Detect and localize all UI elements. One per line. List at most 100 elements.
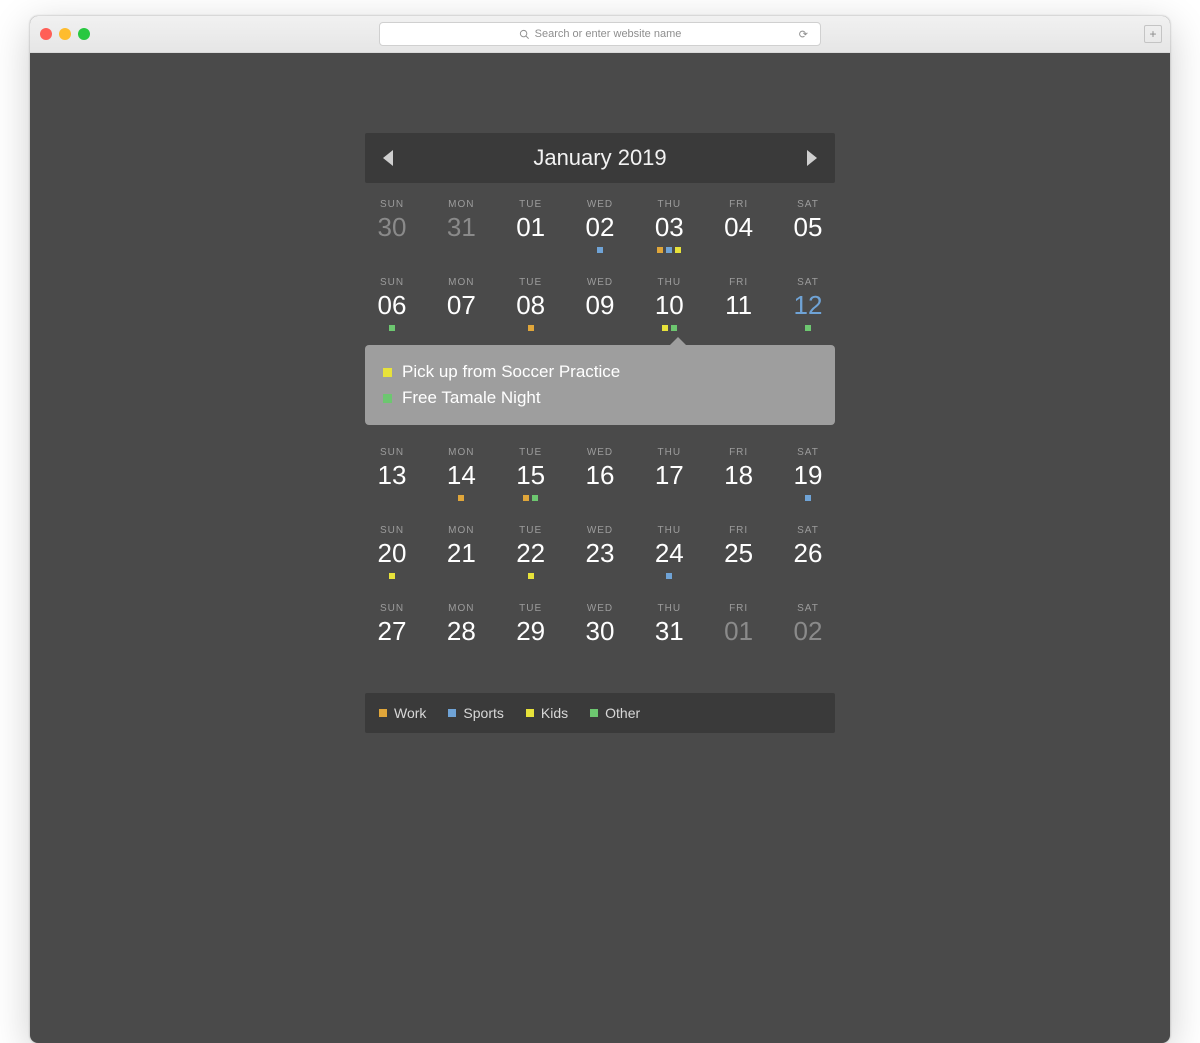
calendar-day[interactable]: THU10 [642,277,696,331]
calendar-day[interactable]: WED02 [573,199,627,253]
day-number: 29 [504,616,558,647]
calendar-day[interactable]: WED 16 [573,447,627,501]
calendar-day[interactable]: MON21 [434,525,488,579]
next-month-button[interactable] [807,150,817,166]
day-of-week-label: WED [573,277,627,288]
day-of-week-label: FRI [712,603,766,614]
calendar-day[interactable]: WED 09 [573,277,627,331]
event-title: Pick up from Soccer Practice [402,362,620,382]
calendar-day[interactable]: WED30 [573,603,627,657]
day-number: 06 [365,290,419,321]
calendar-day[interactable]: FRI04 [712,199,766,253]
calendar-day[interactable]: TUE15 [504,447,558,501]
calendar-day[interactable]: THU03 [642,199,696,253]
day-of-week-label: SAT [781,277,835,288]
calendar-day[interactable]: MON31 [434,199,488,253]
calendar-day[interactable]: MON28 [434,603,488,657]
day-of-week-label: WED [573,447,627,458]
calendar-week: SUN27 MON28 TUE 29 WED30 THU31 FRI01 SAT 02 [365,587,835,665]
legend-swatch [448,709,456,717]
event-markers [712,573,766,579]
calendar-day[interactable]: TUE 29 [504,603,558,657]
calendar-day[interactable]: SUN13 [365,447,419,501]
calendar-week: SUN13 MON14 TUE15 WED 16 THU17 FRI18 SAT19 [365,431,835,509]
day-of-week-label: SAT [781,603,835,614]
address-placeholder: Search or enter website name [535,28,682,40]
day-number: 16 [573,460,627,491]
calendar-day[interactable]: MON07 [434,277,488,331]
calendar-day[interactable]: SAT05 [781,199,835,253]
event-markers [365,573,419,579]
day-of-week-label: TUE [504,277,558,288]
calendar-day[interactable]: THU31 [642,603,696,657]
day-of-week-label: TUE [504,603,558,614]
day-number: 09 [573,290,627,321]
day-of-week-label: MON [434,603,488,614]
event-markers [365,325,419,331]
day-of-week-label: SUN [365,277,419,288]
event-row[interactable]: Pick up from Soccer Practice [383,359,817,385]
calendar-day[interactable]: SUN 06 [365,277,419,331]
page-content: January 2019 SUN30MON31TUE01WED02THU03FR… [30,53,1170,1043]
day-of-week-label: FRI [712,277,766,288]
month-title: January 2019 [533,145,666,171]
calendar-day[interactable]: SUN27 [365,603,419,657]
calendar-day[interactable]: FRI11 [712,277,766,331]
calendar-day[interactable]: SAT 02 [781,603,835,657]
event-markers [712,325,766,331]
day-number: 26 [781,538,835,569]
event-marker-kids [675,247,681,253]
event-markers [365,651,419,657]
zoom-icon[interactable] [78,28,90,40]
event-markers [712,495,766,501]
calendar-day[interactable]: TUE08 [504,277,558,331]
calendar-day[interactable]: SAT26 [781,525,835,579]
calendar-day[interactable]: THU 24 [642,525,696,579]
calendar-day[interactable]: FRI01 [712,603,766,657]
browser-titlebar: Search or enter website name ⟳ + [30,16,1170,53]
prev-month-button[interactable] [383,150,393,166]
calendar-day[interactable]: THU17 [642,447,696,501]
calendar-day[interactable]: TUE22 [504,525,558,579]
day-number: 19 [781,460,835,491]
day-number: 02 [781,616,835,647]
calendar-day[interactable]: TUE01 [504,199,558,253]
calendar-day[interactable]: MON14 [434,447,488,501]
calendar-week: SUN 06 MON07 TUE08 WED 09 THU10 FRI11 SAT 12 [365,261,835,339]
browser-window: Search or enter website name ⟳ + January… [30,16,1170,1043]
calendar-day[interactable]: FRI25 [712,525,766,579]
day-number: 02 [573,212,627,243]
minimize-icon[interactable] [59,28,71,40]
event-marker-kids [389,573,395,579]
calendar-day[interactable]: SAT 12 [781,277,835,331]
address-bar[interactable]: Search or enter website name ⟳ [379,22,821,46]
calendar-day[interactable]: SAT19 [781,447,835,501]
day-number: 12 [781,290,835,321]
event-markers [781,247,835,253]
day-number: 03 [642,212,696,243]
calendar-day[interactable]: WED23 [573,525,627,579]
event-marker-other [389,325,395,331]
day-number: 24 [642,538,696,569]
search-icon [519,29,530,40]
day-number: 27 [365,616,419,647]
calendar-day[interactable]: SUN20 [365,525,419,579]
close-icon[interactable] [40,28,52,40]
reload-icon[interactable]: ⟳ [799,28,808,41]
event-markers [642,651,696,657]
new-tab-button[interactable]: + [1144,25,1162,43]
event-markers [504,247,558,253]
event-row[interactable]: Free Tamale Night [383,385,817,411]
legend-label: Sports [463,705,503,721]
event-markers [504,573,558,579]
calendar-day[interactable]: FRI18 [712,447,766,501]
day-of-week-label: THU [642,525,696,536]
event-markers [712,651,766,657]
day-number: 23 [573,538,627,569]
day-of-week-label: FRI [712,525,766,536]
calendar-day[interactable]: SUN30 [365,199,419,253]
legend-item-kids: Kids [526,705,568,721]
event-marker-other [805,325,811,331]
day-number: 31 [434,212,488,243]
event-popover: Pick up from Soccer Practice Free Tamale … [365,345,835,425]
